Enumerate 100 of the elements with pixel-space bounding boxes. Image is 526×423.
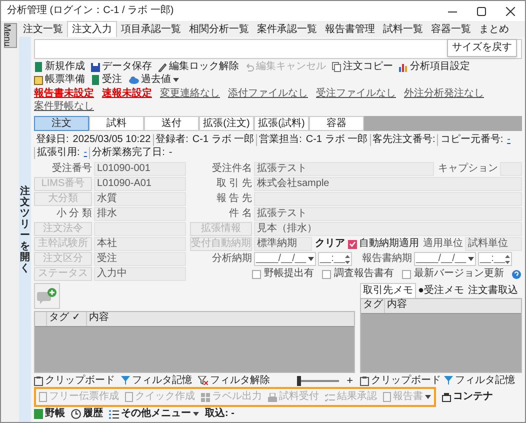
- toolbar-button[interactable]: 新規作成: [34, 61, 85, 73]
- toolbar-button[interactable]: 注文コピー: [332, 61, 393, 73]
- spinner-icon[interactable]: [505, 254, 510, 264]
- grid-footer-button[interactable]: フィルタ記憶: [444, 374, 515, 386]
- menu-button[interactable]: Menu: [4, 23, 16, 48]
- column-header[interactable]: 内容: [87, 312, 354, 326]
- toolbar-button[interactable]: 編集ロック解除: [158, 61, 239, 73]
- checklist-icon: [325, 392, 335, 402]
- list-icon: [109, 410, 119, 418]
- tab[interactable]: 項目承認一覧: [117, 22, 185, 37]
- grid-icon: [201, 392, 210, 402]
- checkbox[interactable]: [322, 270, 331, 278]
- caret-icon: [468, 257, 474, 261]
- column-header[interactable]: タグ: [361, 299, 385, 313]
- status-link[interactable]: 報告書未設定: [34, 88, 94, 100]
- tree-toggle-button[interactable]: 注文ツリーを開く: [20, 186, 30, 274]
- tab[interactable]: 注文入力: [67, 21, 117, 37]
- info-link[interactable]: -: [84, 147, 88, 159]
- filter-clear-icon: [198, 376, 208, 385]
- time-field[interactable]: __:__: [478, 252, 512, 266]
- tab[interactable]: 送付: [144, 116, 199, 131]
- readonly-field: 株式会社sample: [254, 177, 522, 191]
- help-icon[interactable]: [512, 270, 521, 278]
- maximize-icon[interactable]: [477, 6, 486, 16]
- checkbox[interactable]: [252, 270, 261, 278]
- status-link[interactable]: 外注分析発注なし: [404, 88, 484, 100]
- zoom-in-button[interactable]: +: [344, 374, 355, 386]
- info-text: 分析業務完了日: -: [92, 147, 172, 159]
- caret-icon: [308, 257, 314, 261]
- tab[interactable]: 試料一覧: [379, 22, 427, 37]
- checkbox-label: 調査報告書有: [334, 268, 394, 280]
- toolbar-button[interactable]: データ保存: [91, 61, 152, 73]
- tab[interactable]: 容器: [309, 116, 364, 131]
- toolbar-button[interactable]: 受注: [91, 74, 122, 86]
- column-header[interactable]: タグ ✓: [47, 312, 87, 326]
- toolbar-button[interactable]: 過去値: [128, 74, 179, 86]
- checkbox-label: 野帳提出有: [264, 268, 314, 280]
- status-link[interactable]: 速報未設定: [102, 88, 152, 100]
- copy-icon: [332, 62, 341, 72]
- undo-icon: [245, 62, 254, 72]
- tab[interactable]: 注文書取込: [466, 283, 520, 298]
- status-link[interactable]: 変更連絡なし: [160, 88, 220, 100]
- filter-icon: [444, 376, 453, 385]
- tab[interactable]: 容器一覧: [427, 22, 475, 37]
- checkbox[interactable]: [348, 240, 357, 248]
- info-link[interactable]: -: [507, 134, 510, 146]
- field-label: キャプション: [437, 163, 498, 175]
- date-field[interactable]: ____/__/__: [254, 252, 316, 266]
- time-field[interactable]: __:__: [318, 252, 352, 266]
- tab[interactable]: ●受注メモ: [416, 283, 466, 298]
- column-header[interactable]: 内容: [385, 299, 521, 313]
- toolbar-button[interactable]: 野帳: [34, 408, 65, 420]
- toolbar-button[interactable]: コンテナ: [442, 391, 493, 403]
- close-icon[interactable]: [506, 6, 515, 16]
- toolbar-button[interactable]: 履歴: [71, 408, 103, 420]
- field-label: 受注件名: [211, 163, 252, 175]
- readonly-field: 水質: [94, 192, 186, 206]
- toolbar-button[interactable]: 帳票準備: [34, 74, 85, 86]
- toolbar-button[interactable]: 分析項目設定: [399, 61, 470, 73]
- tab[interactable]: 拡張(試料): [254, 116, 309, 131]
- status-link[interactable]: 受注ファイルなし: [316, 88, 396, 100]
- toolbar-button[interactable]: その他メニュー: [109, 408, 199, 420]
- tab[interactable]: 試料: [89, 116, 144, 131]
- tab[interactable]: 案件承認一覧: [253, 22, 321, 37]
- grid-footer-button[interactable]: フィルタ解除: [198, 374, 270, 386]
- toolbar-button[interactable]: 取込: -: [205, 408, 234, 420]
- window-title: 分析管理 (ログイン：C-1 / ラボ 一郎): [7, 5, 174, 17]
- bar-chart-icon: [399, 62, 408, 72]
- field-label: 小 分 類: [55, 208, 92, 220]
- tooltip: サイズを戻す: [447, 39, 517, 57]
- clear-button[interactable]: クリア: [314, 238, 346, 250]
- spinner-icon[interactable]: [345, 254, 350, 264]
- tab[interactable]: 取引先メモ: [360, 283, 416, 298]
- tab[interactable]: 拡張(注文): [199, 116, 254, 131]
- tab[interactable]: 注文: [34, 116, 89, 131]
- readonly-field: 受注: [94, 252, 186, 266]
- grid-footer-button[interactable]: クリップボード: [360, 374, 441, 386]
- readonly-field: 拡張テスト: [254, 207, 522, 221]
- checkbox[interactable]: [402, 270, 411, 278]
- clock-icon: [71, 409, 81, 419]
- tab[interactable]: 報告書管理: [321, 22, 379, 37]
- readonly-field: 本社: [94, 237, 186, 251]
- caret-icon: [425, 395, 431, 399]
- cloud-icon: [128, 76, 139, 84]
- readonly-field: 見本（排水）: [254, 222, 522, 236]
- slider-thumb[interactable]: [296, 376, 301, 386]
- field-label: 受注番号: [51, 163, 92, 175]
- tab[interactable]: まとめ: [475, 22, 513, 37]
- info-label: コピー元番号:: [440, 134, 504, 146]
- status-link[interactable]: 案件野帳なし: [34, 101, 94, 113]
- field-label: 分析納期: [211, 253, 252, 265]
- grid-footer-button[interactable]: フィルタ記憶: [121, 374, 192, 386]
- filter-icon: [121, 376, 130, 385]
- tab[interactable]: 相関分析一覧: [185, 22, 253, 37]
- add-comment-button[interactable]: [34, 283, 60, 309]
- status-link[interactable]: 添付ファイルなし: [228, 88, 308, 100]
- grid-footer-button[interactable]: クリップボード: [34, 374, 115, 386]
- tab[interactable]: 注文一覧: [19, 22, 67, 37]
- info-label: 客先注文番号:: [372, 134, 436, 146]
- date-field[interactable]: ____/__/__: [414, 252, 476, 266]
